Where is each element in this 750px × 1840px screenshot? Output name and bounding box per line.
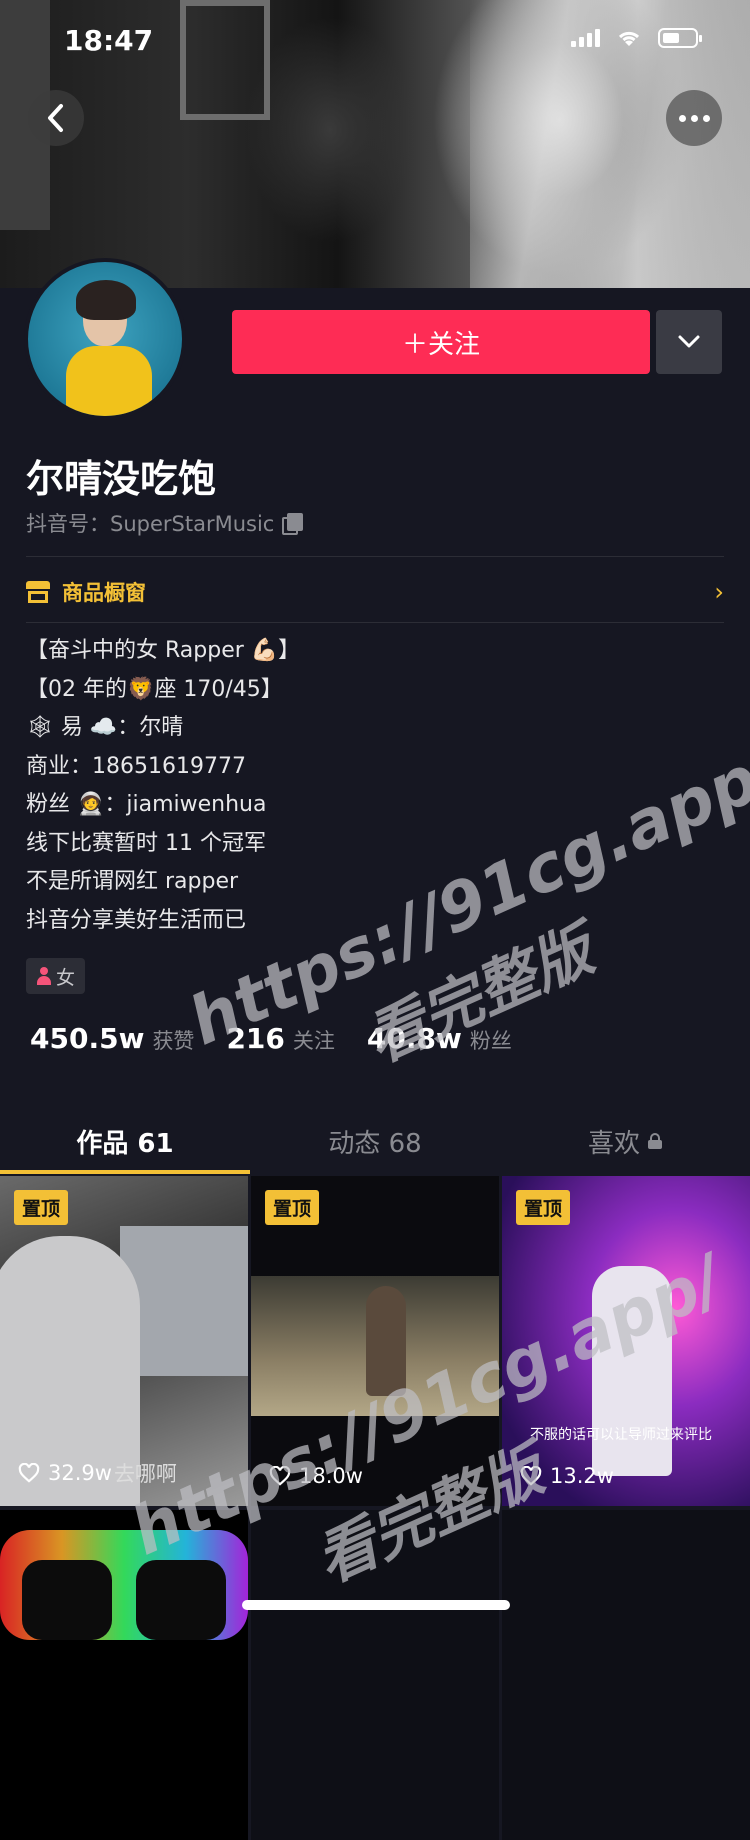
chevron-down-icon (678, 335, 700, 348)
shop-icon (26, 581, 50, 603)
stat-value: 450.5w (30, 1022, 145, 1055)
video-likes: 32.9w 去哪啊 (18, 1458, 177, 1488)
stat-likes: 450.5w 获赞 (30, 1022, 194, 1055)
pinned-badge: 置顶 (516, 1190, 571, 1225)
more-button[interactable] (666, 90, 722, 146)
chevron-right-icon: › (714, 578, 724, 606)
bio-line: 商业：18651619777 (26, 753, 246, 779)
tab-posts[interactable]: 动态 68 (250, 1108, 500, 1174)
divider (26, 622, 724, 623)
copy-icon[interactable] (282, 513, 304, 535)
pinned-badge: 置顶 (265, 1190, 320, 1225)
video-thumbnail[interactable]: 置顶 32.9w 去哪啊 (0, 1176, 248, 1506)
bio-line: 【02 年的🦁座 170/45】 (26, 676, 283, 702)
video-caption: 不服的话可以让导师过来评比 (530, 1427, 712, 1443)
shop-window-row[interactable]: 商品橱窗 › (26, 572, 724, 612)
status-icons (571, 28, 702, 48)
signal-icon (571, 29, 600, 47)
female-icon (36, 967, 52, 985)
recommend-dropdown-button[interactable] (656, 310, 722, 374)
tab-label: 动态 68 (328, 1128, 422, 1159)
lock-icon (648, 1133, 662, 1149)
bio-line: 🕸 易 ☁️：尔晴 (26, 715, 184, 740)
tab-works[interactable]: 作品 61 (0, 1108, 250, 1174)
more-dot-icon (678, 114, 686, 122)
tab-label: 喜欢 (587, 1128, 640, 1159)
bio-line: 线下比赛暂时 11 个冠军 (26, 830, 266, 856)
thumbnail-lens (22, 1560, 112, 1640)
tab-likes[interactable]: 喜欢 (500, 1108, 750, 1174)
shop-window-label: 商品橱窗 (62, 581, 146, 605)
video-thumbnail[interactable] (502, 1510, 750, 1840)
home-indicator (242, 1600, 510, 1610)
content-tabs: 作品 61 动态 68 喜欢 (0, 1108, 750, 1174)
avatar[interactable] (24, 258, 186, 420)
bio-line: 粉丝 🧑‍🚀：jiamiwenhua (26, 792, 267, 817)
stat-label: 获赞 (152, 1029, 195, 1053)
thumbnail-lens (136, 1560, 226, 1640)
likes-count: 32.9w (48, 1461, 112, 1485)
more-dot-icon (702, 114, 710, 122)
tab-label: 作品 61 (76, 1128, 174, 1159)
more-dot-icon (690, 114, 698, 122)
profile-name: 尔晴没吃饱 (26, 457, 217, 501)
follow-button[interactable]: ＋关注 (232, 310, 650, 374)
douyin-id-row: 抖音号：SuperStarMusic (26, 508, 304, 538)
video-thumbnail[interactable] (0, 1510, 248, 1840)
avatar-body (66, 346, 152, 416)
avatar-hair (76, 280, 136, 320)
douyin-id: 抖音号：SuperStarMusic (26, 512, 275, 536)
wifi-icon (618, 31, 640, 46)
bio-line: 【奋斗中的女 Rapper 💪🏻】 (26, 638, 301, 663)
heart-icon (18, 1463, 40, 1483)
chevron-left-icon (48, 104, 63, 132)
gender-label: 女 (56, 966, 76, 989)
status-time: 18:47 (64, 24, 154, 57)
bio-line: 抖音分享美好生活而已 (26, 907, 247, 933)
divider (26, 556, 724, 557)
bio: 【奋斗中的女 Rapper 💪🏻】 【02 年的🦁座 170/45】 🕸 易 ☁… (26, 632, 300, 940)
pinned-badge: 置顶 (14, 1190, 69, 1225)
cover-picture-frame (180, 0, 270, 120)
likes-count: 13.2w (550, 1464, 614, 1488)
bio-line: 不是所谓网红 rapper (26, 869, 239, 894)
gender-tag: 女 (26, 958, 86, 994)
back-button[interactable] (28, 90, 84, 146)
battery-icon (658, 28, 702, 48)
stat-label: 关注 (292, 1029, 335, 1053)
